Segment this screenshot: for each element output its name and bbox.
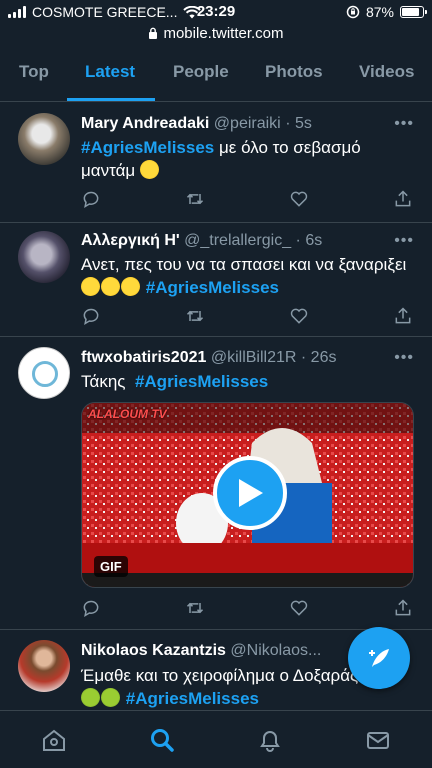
lock-icon (149, 27, 158, 39)
share-icon[interactable] (393, 306, 413, 326)
nauseated-emoji-icon (81, 688, 100, 707)
author-name[interactable]: Mary Andreadaki (81, 115, 209, 132)
more-options-icon[interactable]: ••• (394, 115, 414, 133)
hashtag-link[interactable]: #AgriesMelisses (146, 278, 279, 297)
gif-media[interactable]: ALALOUM TV GIF (81, 402, 414, 588)
battery-percent: 87% (365, 4, 394, 20)
reply-icon[interactable] (81, 306, 101, 326)
share-icon[interactable] (393, 598, 413, 618)
tweet-body: Έμαθε και το χειροφίλημα ο Δοξαράς (81, 666, 359, 685)
retweet-icon[interactable] (185, 306, 205, 326)
tweet-time: 26s (310, 349, 337, 366)
watermark-label: ALALOUM TV (88, 407, 167, 421)
author-name[interactable]: ftwxobatiris2021 (81, 349, 206, 366)
author-name[interactable]: Αλλεργική Η' (81, 232, 180, 249)
author-name[interactable]: Nikolaos Kazantzis (81, 642, 226, 659)
bell-icon[interactable] (257, 727, 283, 753)
tweet[interactable]: Mary Andreadaki @peiraiki · 5s ••• #Agri… (0, 103, 432, 223)
hashtag-link[interactable]: #AgriesMelisses (81, 138, 214, 157)
avatar[interactable] (18, 347, 70, 399)
reply-icon[interactable] (81, 189, 101, 209)
compose-tweet-button[interactable] (348, 627, 410, 689)
nauseated-emoji-icon (101, 688, 120, 707)
hashtag-link[interactable]: #AgriesMelisses (135, 372, 268, 391)
search-tabs: Top Latest People Photos Videos (0, 44, 432, 102)
more-options-icon[interactable]: ••• (394, 349, 414, 367)
tweet-time: 5s (294, 115, 312, 132)
author-handle: @peiraiki (213, 115, 281, 132)
retweet-icon[interactable] (185, 189, 205, 209)
search-icon[interactable] (149, 727, 175, 753)
avatar[interactable] (18, 231, 70, 283)
url-bar[interactable]: mobile.twitter.com (0, 22, 432, 44)
joy-emoji-icon (81, 277, 100, 296)
hashtag-link[interactable]: #AgriesMelisses (126, 689, 259, 708)
tab-photos[interactable]: Photos (265, 62, 323, 82)
tweet-text: #AgriesMelisses με όλο το σεβασμό μαντάμ (81, 136, 411, 182)
active-tab-indicator (67, 98, 155, 101)
like-icon[interactable] (289, 306, 309, 326)
home-icon[interactable] (41, 727, 67, 753)
like-icon[interactable] (289, 598, 309, 618)
tab-videos[interactable]: Videos (359, 62, 414, 82)
play-button[interactable] (213, 456, 287, 530)
reply-icon[interactable] (81, 598, 101, 618)
like-icon[interactable] (289, 189, 309, 209)
rofl-emoji-icon (139, 160, 159, 179)
tweet-header: ftwxobatiris2021 @killBill21R · 26s (81, 349, 337, 366)
tab-people[interactable]: People (173, 62, 229, 82)
tweet-actions (81, 306, 413, 326)
tweet-actions (81, 189, 413, 209)
tweet-text: Τάκης #AgriesMelisses (81, 370, 411, 393)
avatar[interactable] (18, 113, 70, 165)
tweet-body-line2: μαντάμ (81, 161, 136, 180)
author-handle: @Nikolaos... (230, 642, 322, 659)
tweet-time: 6s (305, 232, 323, 249)
tweet-header: Nikolaos Kazantzis @Nikolaos... (81, 642, 321, 660)
tweet[interactable]: Αλλεργική Η' @_trelallergic_ · 6s ••• Αν… (0, 223, 432, 337)
tab-top[interactable]: Top (19, 62, 49, 82)
bottom-nav (0, 710, 432, 768)
compose-icon (369, 649, 389, 667)
joy-emoji-icon (101, 277, 120, 296)
retweet-icon[interactable] (185, 598, 205, 618)
tweet-body: Ανετ, πες του να τα σπασει και να ξαναρι… (81, 255, 407, 274)
battery-icon (400, 6, 427, 18)
gif-badge: GIF (94, 556, 128, 577)
tweet-actions (81, 598, 413, 618)
rotation-lock-icon (346, 5, 360, 19)
author-handle: @killBill21R (210, 349, 297, 366)
mail-icon[interactable] (365, 727, 391, 753)
url-text: mobile.twitter.com (163, 24, 284, 42)
status-right: 87% (346, 4, 427, 20)
share-icon[interactable] (393, 189, 413, 209)
author-handle: @_trelallergic_ (184, 232, 292, 249)
tweet-header: Mary Andreadaki @peiraiki · 5s (81, 115, 312, 132)
play-icon (239, 479, 263, 507)
tweet-text: Ανετ, πες του να τα σπασει και να ξαναρι… (81, 253, 411, 299)
tweet-header: Αλλεργική Η' @_trelallergic_ · 6s (81, 232, 323, 249)
more-options-icon[interactable]: ••• (394, 232, 414, 250)
tab-latest[interactable]: Latest (85, 62, 135, 82)
avatar[interactable] (18, 640, 70, 692)
joy-emoji-icon (121, 277, 140, 296)
tweet-body: με όλο το σεβασμό (218, 138, 361, 157)
tweet-body: Τάκης (81, 372, 126, 391)
status-bar: COSMOTE GREECE... 23:29 87% (0, 0, 432, 22)
